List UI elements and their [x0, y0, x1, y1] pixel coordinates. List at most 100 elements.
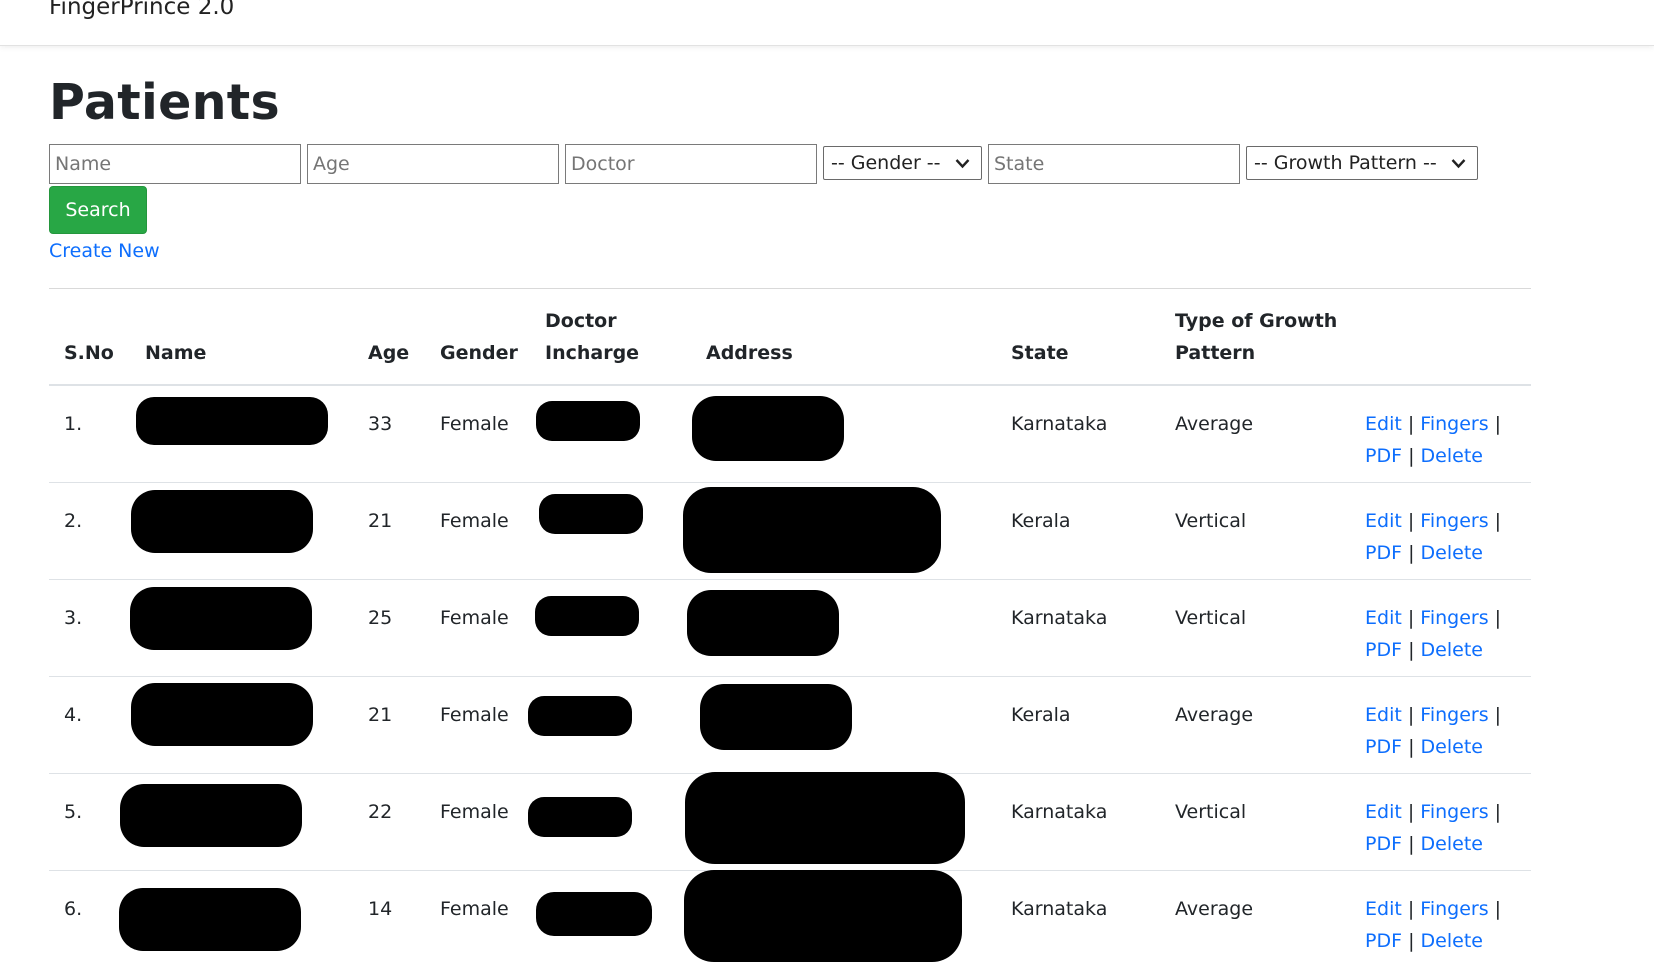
delete-link[interactable]: Delete [1421, 833, 1483, 855]
action-separator: | [1408, 639, 1415, 661]
action-separator: | [1494, 898, 1502, 920]
cell-growth: Vertical [1175, 510, 1247, 532]
fingers-link[interactable]: Fingers [1420, 898, 1488, 920]
cell-gender: Female [440, 898, 509, 920]
edit-link[interactable]: Edit [1365, 801, 1402, 823]
header-growth-line1: Type of Growth [1175, 310, 1338, 332]
table-row: 5. 22 Female Karnataka Vertical Edit | F… [49, 772, 1531, 871]
header-sno: S.No [64, 342, 114, 364]
edit-link[interactable]: Edit [1365, 510, 1402, 532]
name-filter-input[interactable] [49, 144, 301, 184]
gender-select[interactable]: -- Gender -- [823, 146, 982, 180]
header-state: State [1011, 342, 1069, 364]
chevron-down-icon [1451, 159, 1466, 169]
row-actions: Edit | Fingers | PDF | Delete [1365, 893, 1501, 957]
redacted-address [684, 870, 962, 962]
delete-link[interactable]: Delete [1421, 736, 1483, 758]
fingers-link[interactable]: Fingers [1420, 510, 1488, 532]
delete-link[interactable]: Delete [1421, 542, 1483, 564]
cell-gender: Female [440, 510, 509, 532]
search-button[interactable]: Search [49, 186, 147, 234]
cell-growth: Vertical [1175, 801, 1247, 823]
cell-age: 21 [368, 704, 393, 726]
edit-link[interactable]: Edit [1365, 898, 1402, 920]
row-actions: Edit | Fingers | PDF | Delete [1365, 408, 1501, 472]
redacted-doctor [528, 797, 632, 837]
edit-link[interactable]: Edit [1365, 607, 1402, 629]
pdf-link[interactable]: PDF [1365, 833, 1402, 855]
fingers-link[interactable]: Fingers [1420, 413, 1488, 435]
table-row: 4. 21 Female Kerala Average Edit | Finge… [49, 677, 1531, 774]
fingers-link[interactable]: Fingers [1420, 607, 1488, 629]
redacted-name [131, 683, 313, 746]
table-row: 3. 25 Female Karnataka Vertical Edit | F… [49, 580, 1531, 677]
cell-state: Karnataka [1011, 413, 1108, 435]
delete-link[interactable]: Delete [1421, 445, 1483, 467]
gender-select-value: -- Gender -- [831, 152, 941, 174]
row-actions: Edit | Fingers | PDF | Delete [1365, 699, 1501, 763]
fingers-link[interactable]: Fingers [1420, 801, 1488, 823]
row-actions: Edit | Fingers | PDF | Delete [1365, 505, 1501, 569]
doctor-filter-input[interactable] [565, 144, 817, 184]
action-separator: | [1408, 445, 1415, 467]
header-growth-line2: Pattern [1175, 342, 1256, 364]
redacted-address [683, 487, 941, 573]
edit-link[interactable]: Edit [1365, 413, 1402, 435]
delete-link[interactable]: Delete [1421, 930, 1483, 952]
row-actions: Edit | Fingers | PDF | Delete [1365, 602, 1501, 666]
fingers-link[interactable]: Fingers [1420, 704, 1488, 726]
growth-pattern-select[interactable]: -- Growth Pattern -- [1246, 146, 1478, 180]
pdf-link[interactable]: PDF [1365, 639, 1402, 661]
redacted-name [131, 490, 313, 553]
edit-link[interactable]: Edit [1365, 704, 1402, 726]
cell-growth: Average [1175, 413, 1254, 435]
cell-growth: Vertical [1175, 607, 1247, 629]
cell-age: 14 [368, 898, 393, 920]
cell-sno: 6. [64, 898, 83, 920]
redacted-doctor [528, 696, 632, 736]
pdf-link[interactable]: PDF [1365, 736, 1402, 758]
header-doctor-line1: Doctor [545, 310, 617, 332]
cell-age: 33 [368, 413, 393, 435]
redacted-address [692, 396, 844, 461]
table-row: 2. 21 Female Kerala Vertical Edit | Fing… [49, 483, 1531, 580]
header-name: Name [145, 342, 207, 364]
action-separator: | [1407, 413, 1415, 435]
pdf-link[interactable]: PDF [1365, 445, 1402, 467]
cell-sno: 3. [64, 607, 83, 629]
action-separator: | [1408, 542, 1415, 564]
header-address: Address [706, 342, 793, 364]
header-age: Age [368, 342, 410, 364]
delete-link[interactable]: Delete [1421, 639, 1483, 661]
cell-growth: Average [1175, 898, 1254, 920]
pdf-link[interactable]: PDF [1365, 542, 1402, 564]
header-gender: Gender [440, 342, 518, 364]
pdf-link[interactable]: PDF [1365, 930, 1402, 952]
cell-gender: Female [440, 801, 509, 823]
state-filter-input[interactable] [988, 144, 1240, 184]
action-separator: | [1408, 930, 1415, 952]
redacted-doctor [536, 401, 640, 441]
cell-state: Kerala [1011, 704, 1071, 726]
action-separator: | [1494, 510, 1502, 532]
create-new-link[interactable]: Create New [49, 240, 160, 262]
redacted-address [685, 772, 965, 864]
redacted-address [700, 684, 852, 750]
cell-state: Kerala [1011, 510, 1071, 532]
top-navbar: FingerPrince 2.0 [0, 0, 1654, 46]
brand-title[interactable]: FingerPrince 2.0 [49, 0, 234, 20]
age-filter-input[interactable] [307, 144, 559, 184]
row-actions: Edit | Fingers | PDF | Delete [1365, 796, 1501, 860]
divider [49, 288, 1531, 289]
action-separator: | [1407, 898, 1415, 920]
page-title: Patients [49, 74, 280, 131]
cell-age: 22 [368, 801, 393, 823]
action-separator: | [1494, 607, 1502, 629]
header-doctor-line2: Incharge [545, 342, 640, 364]
cell-age: 21 [368, 510, 393, 532]
cell-state: Karnataka [1011, 801, 1108, 823]
redacted-doctor [536, 892, 652, 936]
growth-pattern-select-value: -- Growth Pattern -- [1254, 152, 1437, 174]
cell-state: Karnataka [1011, 898, 1108, 920]
redacted-doctor [539, 494, 643, 534]
